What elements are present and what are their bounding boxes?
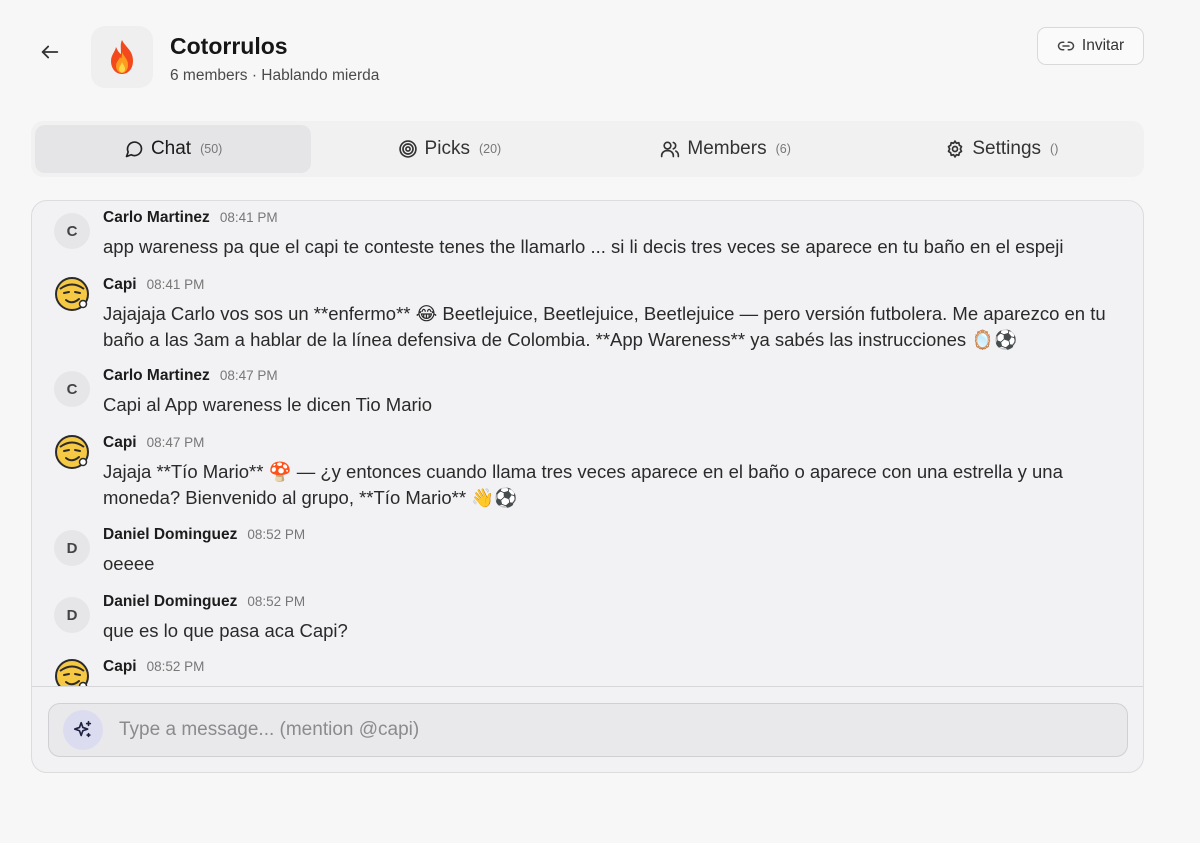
message-time: 08:41 PM <box>219 210 278 225</box>
message-text: oeeee <box>103 553 155 574</box>
tab-picks[interactable]: Picks (20) <box>311 125 587 173</box>
tab-chat-label: Chat <box>150 138 192 159</box>
capi-avatar <box>54 276 90 312</box>
message-text: app wareness pa que el capi te conteste … <box>103 236 1064 257</box>
tab-members-count: (6) <box>775 142 791 156</box>
message-author: Capi <box>103 276 137 293</box>
message-text: Jajaja **Tío Mario** 🍄 — ¿y entonces cua… <box>103 461 1063 508</box>
message-author: Carlo Martinez <box>103 209 210 226</box>
user-avatar: D <box>54 530 90 566</box>
message-author: Carlo Martinez <box>103 367 210 384</box>
tab-members[interactable]: Members (6) <box>588 125 864 173</box>
link-icon <box>1057 41 1075 51</box>
arrow-left-icon <box>41 45 59 59</box>
message-author: Capi <box>103 434 137 451</box>
tab-chat[interactable]: Chat (50) <box>35 125 312 173</box>
chat-panel: C Carlo Martinez 08:41 PM app wareness p… <box>31 200 1144 773</box>
chat-header: Cotorrulos 6 members · Hablando mierda I… <box>0 0 1200 110</box>
message-time: 08:52 PM <box>247 594 306 609</box>
capi-bot-icon <box>55 659 89 686</box>
message-text: Jajajaja Carlo vos sos un **enfermo** 😂 … <box>103 303 1106 350</box>
fire-emoji-icon <box>111 40 133 74</box>
sparkles-icon <box>73 720 92 738</box>
message-time: 08:52 PM <box>146 659 205 674</box>
tab-settings[interactable]: Settings () <box>864 125 1140 173</box>
tab-picks-label: Picks <box>424 138 470 159</box>
tab-settings-label: Settings <box>972 138 1042 159</box>
message-circle-icon <box>125 141 143 158</box>
target-icon <box>398 140 417 158</box>
tab-chat-count: (50) <box>200 142 223 156</box>
composer-divider <box>32 686 1143 687</box>
group-title: Cotorrulos <box>170 33 288 59</box>
message-list[interactable]: C Carlo Martinez 08:41 PM app wareness p… <box>32 201 1143 686</box>
capi-bot-icon <box>55 435 89 469</box>
tab-members-label: Members <box>687 138 767 159</box>
back-button[interactable] <box>36 38 64 66</box>
message-time: 08:52 PM <box>247 527 306 542</box>
message-composer <box>48 703 1128 757</box>
group-subtitle: 6 members · Hablando mierda <box>170 67 380 84</box>
message-text: Capi al App wareness le dicen Tio Mario <box>103 394 433 415</box>
gear-icon <box>948 140 963 158</box>
tab-settings-count: () <box>1050 142 1059 156</box>
tab-bar: Chat (50) Picks (20) Members (6) Setting… <box>31 121 1144 177</box>
message-text: que es lo que pasa aca Capi? <box>103 620 348 641</box>
user-avatar: C <box>54 371 90 407</box>
capi-avatar <box>54 434 90 470</box>
message-author: Daniel Dominguez <box>103 526 238 543</box>
user-avatar: C <box>54 213 90 249</box>
users-icon <box>661 141 680 158</box>
ai-sparkle-button[interactable] <box>63 710 103 750</box>
message-author: Daniel Dominguez <box>103 593 238 610</box>
invite-button[interactable]: Invitar <box>1037 27 1144 65</box>
tab-picks-count: (20) <box>478 142 502 156</box>
message-time: 08:47 PM <box>219 368 278 383</box>
invite-label: Invitar <box>1081 37 1125 54</box>
message-time: 08:41 PM <box>146 277 205 292</box>
capi-bot-icon <box>55 277 89 311</box>
message-author: Capi <box>103 658 137 675</box>
message-input[interactable] <box>119 704 1109 756</box>
group-avatar <box>91 26 153 88</box>
capi-avatar <box>54 658 90 686</box>
message-time: 08:47 PM <box>146 435 205 450</box>
user-avatar: D <box>54 597 90 633</box>
